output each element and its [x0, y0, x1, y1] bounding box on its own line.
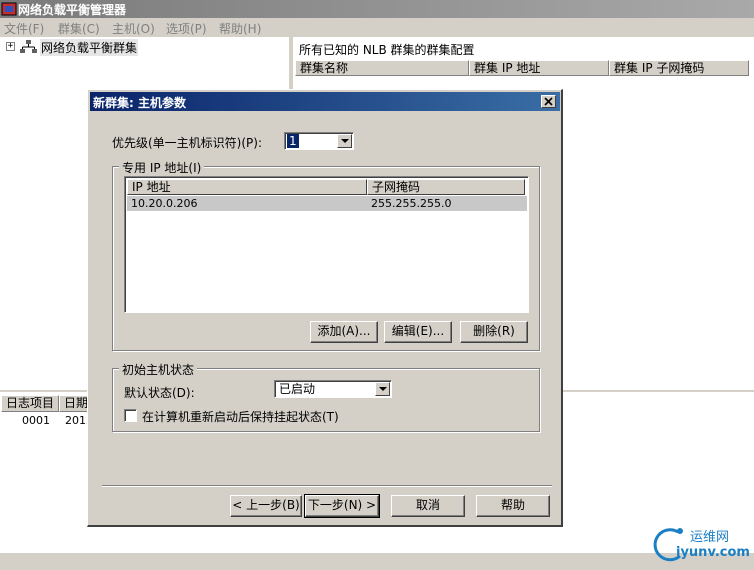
priority-value: 1 — [287, 134, 299, 148]
column-log-entry[interactable]: 日志项目 — [1, 395, 59, 412]
default-state-label: 默认状态(D): — [124, 386, 195, 400]
initial-host-state-title: 初始主机状态 — [119, 361, 198, 378]
cancel-button[interactable]: 取消 — [391, 495, 465, 517]
cluster-config-header: 所有已知的 NLB 群集的群集配置 — [299, 43, 475, 57]
default-state-dropdown[interactable]: 已启动 — [274, 380, 392, 398]
status-bar — [0, 552, 754, 570]
next-button[interactable]: 下一步(N) > — [304, 494, 380, 518]
ip-row-address: 10.20.0.206 — [131, 197, 198, 210]
column-cluster-ip[interactable]: 群集 IP 地址 — [469, 60, 609, 76]
menu-options[interactable]: 选项(P) — [166, 20, 207, 37]
nlb-app-icon — [1, 2, 17, 16]
priority-label: 优先级(单一主机标识符)(P): — [112, 136, 263, 150]
dedicated-ip-group-title: 专用 IP 地址(I) — [119, 159, 205, 176]
edit-ip-button[interactable]: 编辑(E)... — [384, 321, 452, 343]
dialog-close-button[interactable] — [541, 95, 556, 108]
main-title-bar[interactable]: 网络负载平衡管理器 — [0, 0, 754, 18]
add-ip-button[interactable]: 添加(A)... — [310, 321, 378, 343]
main-window-title: 网络负载平衡管理器 — [18, 3, 127, 17]
close-icon — [544, 97, 553, 106]
priority-dropdown[interactable]: 1 — [284, 132, 354, 150]
dialog-separator — [102, 485, 552, 487]
watermark-en-text: iyunv.com — [676, 545, 750, 560]
default-state-dropdown-arrow[interactable] — [375, 382, 390, 396]
ip-row-mask: 255.255.255.0 — [371, 197, 452, 210]
column-ip-address[interactable]: IP 地址 — [127, 179, 367, 195]
menu-cluster[interactable]: 群集(C) — [58, 20, 100, 37]
column-subnet-mask[interactable]: 子网掩码 — [367, 179, 525, 195]
ip-list-row[interactable]: 10.20.0.206 255.255.255.0 — [127, 196, 527, 211]
host-parameters-dialog: 新群集: 主机参数 优先级(单一主机标识符)(P): 1 专用 IP 地址(I)… — [87, 89, 563, 527]
dialog-title: 新群集: 主机参数 — [93, 96, 186, 110]
site-watermark: 运维网 iyunv.com — [650, 522, 754, 568]
default-state-value: 已启动 — [279, 382, 316, 396]
menu-host[interactable]: 主机(O) — [112, 20, 155, 37]
tree-expand-toggle[interactable]: + — [6, 42, 15, 51]
persist-suspend-label[interactable]: 在计算机重新启动后保持挂起状态(T) — [142, 408, 339, 425]
column-cluster-name[interactable]: 群集名称 — [295, 60, 469, 76]
log-entry-id[interactable]: 0001 — [22, 414, 50, 427]
dedicated-ip-list[interactable]: IP 地址 子网掩码 10.20.0.206 255.255.255.0 — [124, 176, 529, 313]
help-button[interactable]: 帮助 — [476, 495, 550, 517]
remove-ip-button[interactable]: 删除(R) — [460, 321, 528, 343]
menu-help[interactable]: 帮助(H) — [219, 20, 261, 37]
back-button[interactable]: < 上一步(B) — [230, 495, 302, 517]
menu-bar: 文件(F) 群集(C) 主机(O) 选项(P) 帮助(H) — [0, 18, 754, 36]
tree-item-nlb-clusters[interactable]: 网络负载平衡群集 — [40, 39, 139, 56]
menu-file[interactable]: 文件(F) — [4, 20, 44, 37]
cluster-network-icon — [20, 40, 37, 53]
priority-dropdown-arrow[interactable] — [337, 134, 352, 148]
dialog-title-bar[interactable]: 新群集: 主机参数 — [90, 92, 560, 111]
watermark-cn-text: 运维网 — [690, 530, 730, 545]
persist-suspend-checkbox[interactable] — [124, 409, 137, 422]
column-cluster-subnet[interactable]: 群集 IP 子网掩码 — [609, 60, 749, 76]
